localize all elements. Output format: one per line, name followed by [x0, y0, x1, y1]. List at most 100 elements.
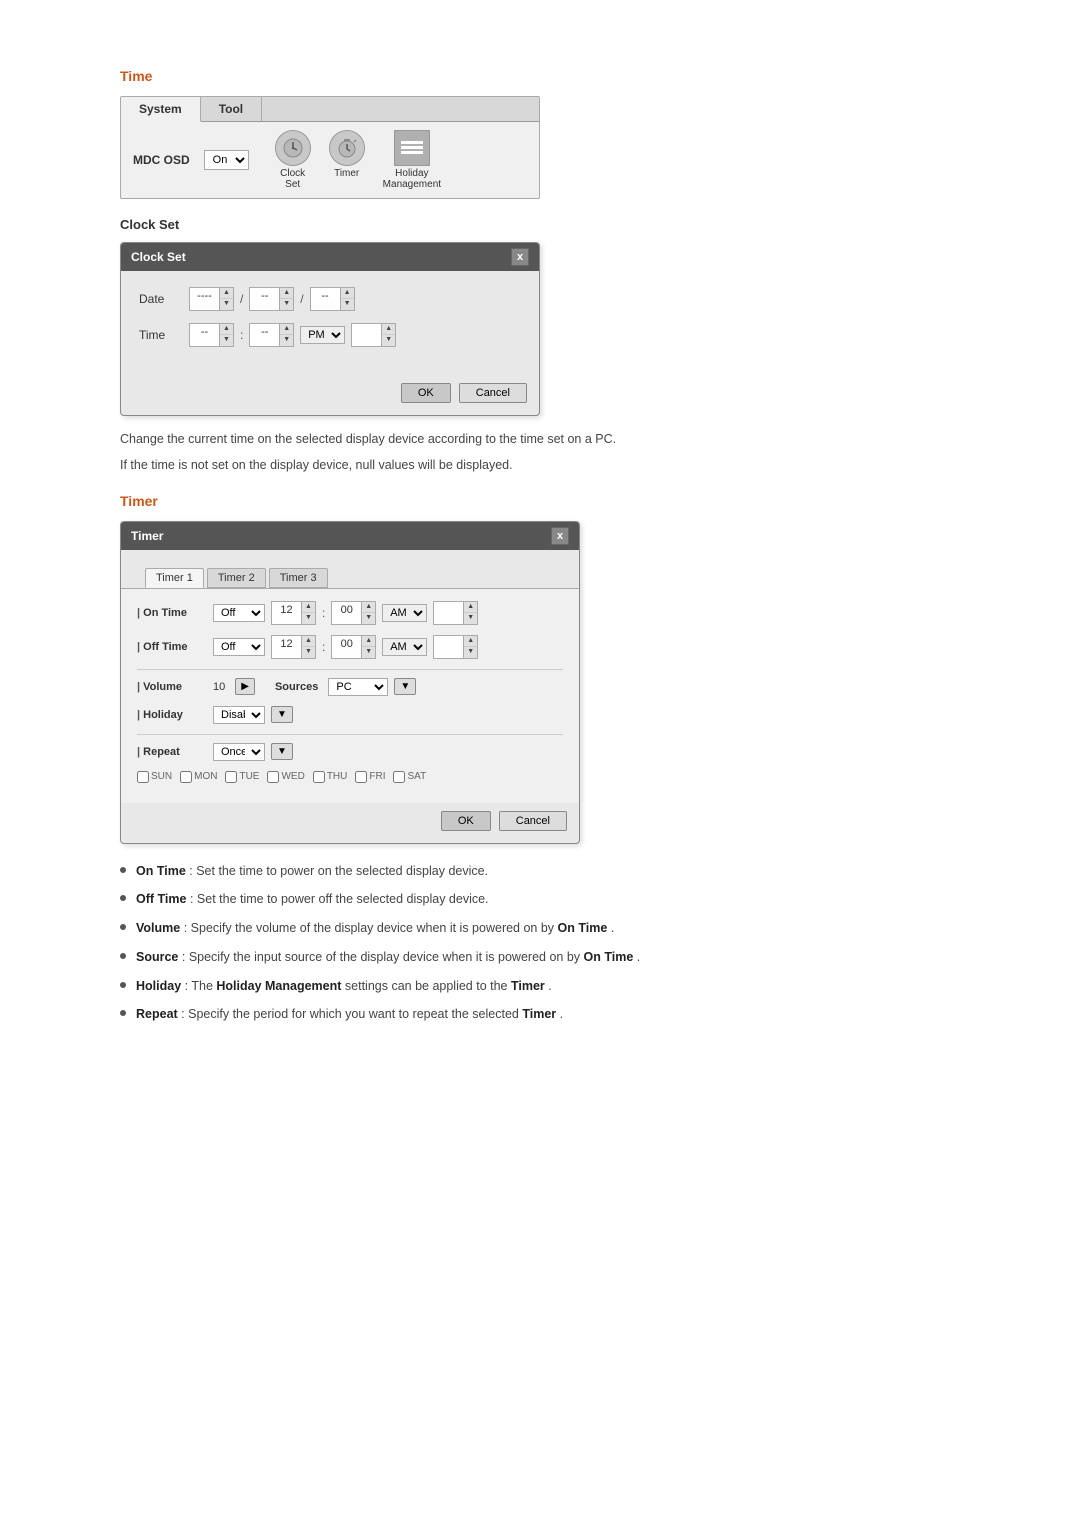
off-time-hour-down[interactable]: ▼	[302, 647, 315, 657]
mdc-osd-label: MDC OSD	[133, 153, 190, 167]
clock-set-icon-item[interactable]: Clock Set	[275, 130, 311, 190]
mdc-osd-select[interactable]: On	[204, 150, 249, 170]
time-spin3-down[interactable]: ▼	[382, 335, 395, 345]
date-spin3-arrows: ▲ ▼	[341, 288, 354, 310]
day-sun-checkbox[interactable]	[137, 771, 149, 783]
timer-off-time-select[interactable]: Off	[213, 638, 265, 656]
timer-tab-3[interactable]: Timer 3	[269, 568, 328, 588]
time-spin-3[interactable]: ▲ ▼	[351, 323, 396, 347]
on-time-min-up[interactable]: ▲	[362, 602, 375, 613]
day-sun: SUN	[137, 771, 172, 783]
date-spin1-up[interactable]: ▲	[220, 288, 233, 299]
on-time-ampm-down[interactable]: ▼	[464, 613, 477, 623]
holiday-dropdown-arrow[interactable]: ▼	[271, 706, 293, 723]
off-time-hour-up[interactable]: ▲	[302, 636, 315, 647]
bullet-holiday-label: Holiday	[136, 979, 181, 993]
off-time-ampm-select[interactable]: AM	[382, 638, 427, 656]
off-time-min-arrows: ▲ ▼	[362, 636, 375, 658]
holiday-select[interactable]: Disable	[213, 706, 265, 724]
clock-dialog-close[interactable]: x	[511, 248, 529, 266]
day-sat-label: SAT	[407, 771, 426, 782]
time-spin1-down[interactable]: ▼	[220, 335, 233, 345]
timer-icon-item[interactable]: Timer	[329, 130, 365, 190]
on-time-ampm-spin[interactable]: ▲ ▼	[433, 601, 478, 625]
date-spin2-up[interactable]: ▲	[280, 288, 293, 299]
off-time-hour-spin[interactable]: 12 ▲ ▼	[271, 635, 316, 659]
timer-divider-2	[137, 734, 563, 735]
repeat-select[interactable]: Once	[213, 743, 265, 761]
bullet-volume-label: Volume	[136, 921, 180, 935]
bullet-dot-1	[120, 867, 126, 873]
day-tue-checkbox[interactable]	[225, 771, 237, 783]
time-spin2-up[interactable]: ▲	[280, 324, 293, 335]
day-wed: WED	[267, 771, 304, 783]
clock-ok-button[interactable]: OK	[401, 383, 451, 403]
on-time-ampm-arrows: ▲ ▼	[464, 602, 477, 624]
date-spin2-down[interactable]: ▼	[280, 299, 293, 309]
clock-set-label: Clock Set	[120, 217, 960, 232]
on-time-ampm-select[interactable]: AM	[382, 604, 427, 622]
date-val3: --	[311, 288, 341, 310]
on-time-min-arrows: ▲ ▼	[362, 602, 375, 624]
date-sep2: /	[300, 292, 303, 306]
time-spin1-up[interactable]: ▲	[220, 324, 233, 335]
day-mon-checkbox[interactable]	[180, 771, 192, 783]
toolbar-tab-tool[interactable]: Tool	[201, 97, 262, 121]
timer-dialog-close[interactable]: x	[551, 527, 569, 545]
timer-ok-button[interactable]: OK	[441, 811, 491, 831]
on-time-hour-spin[interactable]: 12 ▲ ▼	[271, 601, 316, 625]
off-time-min: 00	[332, 636, 362, 658]
on-time-ampm-up[interactable]: ▲	[464, 602, 477, 613]
bullet-repeat-pre: : Specify the period for which you want …	[181, 1007, 522, 1021]
holiday-icon-item[interactable]: Holiday Management	[383, 130, 441, 190]
on-time-hour-down[interactable]: ▼	[302, 613, 315, 623]
bullet-dot-3	[120, 924, 126, 930]
on-time-min-down[interactable]: ▼	[362, 613, 375, 623]
on-time-hour-up[interactable]: ▲	[302, 602, 315, 613]
timer-dialog: Timer x Timer 1 Timer 2 Timer 3 On Time …	[120, 521, 580, 844]
date-spin3-up[interactable]: ▲	[341, 288, 354, 299]
timer-tab-2[interactable]: Timer 2	[207, 568, 266, 588]
off-time-ampm-spin[interactable]: ▲ ▼	[433, 635, 478, 659]
day-sat-checkbox[interactable]	[393, 771, 405, 783]
timer-tab-1[interactable]: Timer 1	[145, 568, 204, 588]
date-spin-1[interactable]: ---- ▲ ▼	[189, 287, 234, 311]
timer-volume-arrow[interactable]: ▶	[235, 678, 255, 695]
day-fri-checkbox[interactable]	[355, 771, 367, 783]
clock-label-line2: Set	[285, 179, 300, 190]
off-time-ampm-up[interactable]: ▲	[464, 636, 477, 647]
day-thu-checkbox[interactable]	[313, 771, 325, 783]
time-spin3-up[interactable]: ▲	[382, 324, 395, 335]
off-time-ampm-down[interactable]: ▼	[464, 647, 477, 657]
timer-dialog-title: Timer	[131, 529, 163, 543]
timer-on-time-select[interactable]: Off	[213, 604, 265, 622]
timer-dialog-titlebar: Timer x	[121, 522, 579, 550]
on-time-min-spin[interactable]: 00 ▲ ▼	[331, 601, 376, 625]
sources-select[interactable]: PC	[328, 678, 388, 696]
date-spin3-down[interactable]: ▼	[341, 299, 354, 309]
timer-cancel-button[interactable]: Cancel	[499, 811, 567, 831]
date-spin-3[interactable]: -- ▲ ▼	[310, 287, 355, 311]
repeat-dropdown-arrow[interactable]: ▼	[271, 743, 293, 760]
off-time-ampm-arrows: ▲ ▼	[464, 636, 477, 658]
off-time-min-up[interactable]: ▲	[362, 636, 375, 647]
off-time-min-spin[interactable]: 00 ▲ ▼	[331, 635, 376, 659]
clock-date-label: Date	[139, 292, 183, 306]
time-spin-1[interactable]: -- ▲ ▼	[189, 323, 234, 347]
time-ampm-select[interactable]: PM	[300, 326, 345, 344]
time-sep: :	[240, 328, 243, 342]
off-time-min-down[interactable]: ▼	[362, 647, 375, 657]
time-spin-2[interactable]: -- ▲ ▼	[249, 323, 294, 347]
toolbar-tab-system[interactable]: System	[121, 97, 201, 122]
date-spin1-down[interactable]: ▼	[220, 299, 233, 309]
date-spin-2[interactable]: -- ▲ ▼	[249, 287, 294, 311]
timer-icon	[329, 130, 365, 166]
time-spin2-down[interactable]: ▼	[280, 335, 293, 345]
time-section: Time System Tool MDC OSD On	[120, 68, 960, 475]
day-thu-label: THU	[327, 771, 348, 782]
day-wed-checkbox[interactable]	[267, 771, 279, 783]
timer-repeat-label: Repeat	[137, 746, 207, 758]
sources-dropdown-arrow[interactable]: ▼	[394, 678, 416, 695]
clock-cancel-button[interactable]: Cancel	[459, 383, 527, 403]
bullet-source: Source : Specify the input source of the…	[120, 948, 960, 967]
